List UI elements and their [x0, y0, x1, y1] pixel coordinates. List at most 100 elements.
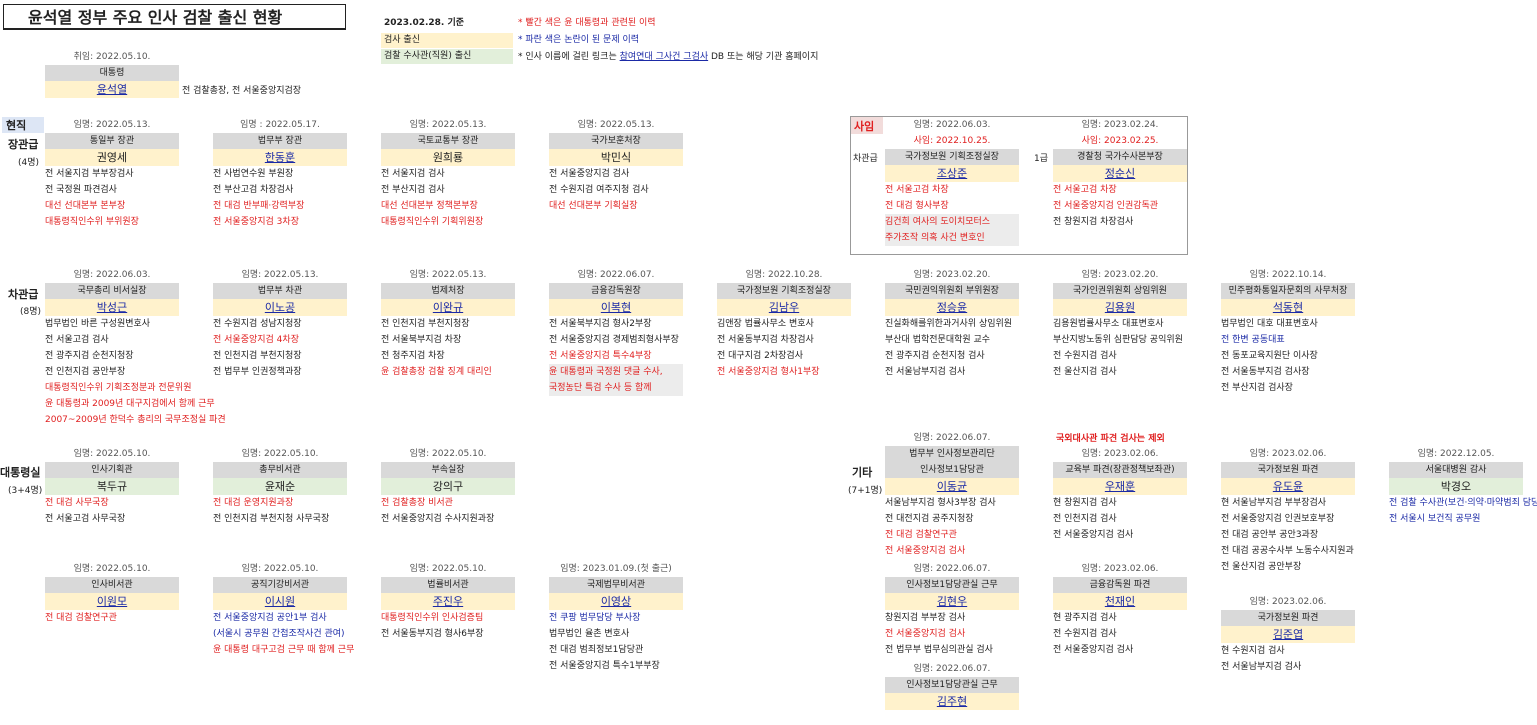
career-item: 전 대검 공안부 공안3과장	[1221, 530, 1319, 540]
note-red: * 빨간 색은 윤 대통령과 관련된 이력	[518, 18, 656, 28]
career-item: 전 서울중앙지검 공안1부 검사	[213, 613, 327, 623]
career-list: 전 서울중앙지검 검사 전 수원지검 여주지청 검사 대선 선대본부 기획실장	[549, 166, 683, 214]
person-name: 복두규	[45, 478, 179, 495]
career-item: 현 수원지검 검사	[1221, 646, 1285, 656]
office-label: 대통령실	[0, 466, 41, 479]
note-blue: * 파란 색은 논란이 된 문제 이력	[518, 35, 640, 45]
person-name[interactable]: 이노공	[213, 299, 347, 316]
position-title: 국토교통부 장관	[381, 133, 515, 149]
career-item: 전 서울지검 검사	[381, 169, 445, 179]
career-item: 전 대검 운영지원과장	[213, 498, 294, 508]
career-list: 전 대검 검찰연구관	[45, 610, 179, 626]
appointment-date: 임명: 2022.05.13.	[577, 120, 655, 130]
person-name[interactable]: 정순신	[1053, 165, 1187, 182]
career-item: 윤 대통령과 국정원 댓글 수사,	[549, 364, 683, 380]
career-item: 전 서울동부지검 차장검사	[717, 335, 814, 345]
other-col1-card: 임명: 2022.06.07. 인사정보1담당관실 근무 김현우 창원지검 부부장 검…	[885, 561, 1019, 658]
career-item: 전 부산지검 검사	[381, 185, 445, 195]
person-name[interactable]: 이복현	[549, 299, 683, 316]
person-name[interactable]: 김용원	[1053, 299, 1187, 316]
position-title: 법제처장	[381, 283, 515, 299]
career-item: 전 서울중앙지검 4차장	[213, 335, 299, 345]
person-name[interactable]: 이완규	[381, 299, 515, 316]
position-title: 인사정보1담당관실 근무	[885, 577, 1019, 593]
career-item: 전 서울중앙지검 검사	[885, 546, 966, 556]
person-name[interactable]: 김현우	[885, 593, 1019, 610]
ministers-card: 임명 : 2022.05.17. 법무부 장관 한동훈 전 사법연수원 부원장 전 부산…	[213, 117, 347, 230]
note-link-prefix: * 인사 이름에 걸린 링크는	[518, 52, 620, 62]
career-item: 윤 대통령 대구고검 근무 때 함께 근무	[213, 645, 355, 655]
career-item: 진실화해를위한과거사위 상임위원	[885, 319, 1013, 329]
vice-card: 임명: 2023.02.20. 국가인권위원회 상임위원 김용원 김용원법률사무소 대…	[1053, 267, 1187, 380]
person-name[interactable]: 천재인	[1053, 593, 1187, 610]
career-list: 현 서울남부지검 부부장검사 전 서울중앙지검 인권보호부장 전 대검 공안부 공안…	[1221, 495, 1355, 575]
career-item: 전 서울중앙지검 인권감독관	[1053, 201, 1159, 211]
career-item: 전 서울지검 부부장검사	[45, 169, 134, 179]
career-item: 전 동포교육지원단 이사장	[1221, 351, 1318, 361]
career-item: 전 쿠팡 법무담당 부사장	[549, 613, 641, 623]
legend-prosecutor: 검사 출신	[381, 33, 513, 48]
career-item: 전 서울고검 차장	[1053, 185, 1117, 195]
career-item: 주가조작 의혹 사건 변호인	[885, 230, 1019, 246]
career-item: 전 대구지검 2차장검사	[717, 351, 803, 361]
career-list: 전 검찰 수사관(보건·의약·마약범죄 담당) 전 서울시 보건직 공무원	[1389, 495, 1537, 527]
career-list: 전 서울북부지검 형사2부장 전 서울중앙지검 경제범죄형사부장 전 서울중앙지검 …	[549, 316, 683, 396]
ministers-card: 임명: 2022.05.13. 국가보훈처장 박민식 전 서울중앙지검 검사 전 수원지…	[549, 117, 683, 214]
career-item: 전 부산지검 검사장	[1221, 383, 1293, 393]
person-name[interactable]: 유도윤	[1221, 478, 1355, 495]
appointment-date: 임명: 2022.05.10.	[73, 449, 151, 459]
career-item: 전 서울중앙지검 검사	[885, 629, 966, 639]
person-name[interactable]: 정승윤	[885, 299, 1019, 316]
career-item: 전 대검 반부패·강력부장	[213, 201, 305, 211]
appointment-date: 임명: 2023.02.24.	[1081, 120, 1159, 130]
legend-investigator: 검찰 수사관(직원) 출신	[381, 49, 513, 64]
appointment-date: 임명: 2022.05.10.	[241, 449, 319, 459]
person-name[interactable]: 김준엽	[1221, 626, 1355, 643]
career-list: 서울남부지검 형사3부장 검사 전 대전지검 공주지청장 전 대검 검찰연구관 전 서…	[885, 495, 1019, 559]
person-name[interactable]: 박성근	[45, 299, 179, 316]
person-name[interactable]: 이원모	[45, 593, 179, 610]
career-item: 대선 선대본부 본부장	[45, 201, 126, 211]
person-name[interactable]: 주진우	[381, 593, 515, 610]
career-item: 전 법무부 법무심의관실 검사	[885, 645, 993, 655]
position-title: 인사비서관	[45, 577, 179, 593]
president-note: 전 검찰총장, 전 서울중앙지검장	[182, 86, 302, 96]
position-title: 민주평화통일자문회의 사무처장	[1221, 283, 1355, 299]
career-list: 전 대검 사무국장 전 서울고검 사무국장	[45, 495, 179, 527]
person-name[interactable]: 이동균	[885, 478, 1019, 495]
career-item: 김앤장 법률사무소 변호사	[717, 319, 814, 329]
position-title: 통일부 장관	[45, 133, 179, 149]
ministers-card: 임명: 2022.05.13. 국토교통부 장관 원희룡 전 서울지검 검사 전 부산지…	[381, 117, 515, 230]
person-name[interactable]: 김주현	[885, 693, 1019, 710]
person-name[interactable]: 조상준	[885, 165, 1019, 182]
resignation-date: 사임: 2023.02.25.	[1081, 136, 1159, 146]
position-title: 법무부 차관	[213, 283, 347, 299]
resigned-label: 사임	[854, 120, 875, 133]
person-name[interactable]: 우재훈	[1053, 478, 1187, 495]
appointment-date: 임명: 2022.10.28.	[745, 270, 823, 280]
db-link[interactable]: 참여연대 그사건 그검사	[620, 52, 709, 62]
career-item: 전 인천지검 부천지청장	[213, 351, 302, 361]
president-name[interactable]: 윤석열	[45, 81, 179, 98]
person-name[interactable]: 석동현	[1221, 299, 1355, 316]
person-name[interactable]: 이시원	[213, 593, 347, 610]
vice-card: 임명: 2022.06.07. 금융감독원장 이복현 전 서울북부지검 형사2부장 전 …	[549, 267, 683, 396]
person-name[interactable]: 김남우	[717, 299, 851, 316]
current-label: 현직	[6, 119, 27, 132]
position-title: 국가정보원 파견	[1221, 462, 1355, 478]
career-list: 진실화해를위한과거사위 상임위원 부산대 법학전문대학원 교수 전 광주지검 순천지…	[885, 316, 1019, 380]
president-card: 취임: 2022.05.10. 대통령 윤석열	[45, 49, 179, 98]
career-item: 김건희 여사의 도이치모터스	[885, 214, 1019, 230]
appointment-date: 임명: 2022.10.14.	[1249, 270, 1327, 280]
appointment-date: 임명: 2022.06.03.	[913, 120, 991, 130]
career-item: 전 서울중앙지검 검사	[1053, 530, 1134, 540]
vice-card: 임명: 2022.05.13. 법제처장 이완규 전 인천지검 부천지청장 전 서울북부…	[381, 267, 515, 380]
person-name[interactable]: 한동훈	[213, 149, 347, 166]
career-item: 전 수원지검 여주지청 검사	[549, 185, 649, 195]
other-col3-card: 임명: 2023.02.06. 국가정보원 파견 유도윤 현 서울남부지검 부부장검사…	[1221, 446, 1355, 575]
position-title: 총무비서관	[213, 462, 347, 478]
position-title: 공직기강비서관	[213, 577, 347, 593]
person-name[interactable]: 이영상	[549, 593, 683, 610]
career-list: 현 광주지검 검사 전 수원지검 검사 전 서울중앙지검 검사	[1053, 610, 1187, 658]
career-list: 대통령직인수위 인사검증팀 전 서울동부지검 형사6부장	[381, 610, 515, 642]
